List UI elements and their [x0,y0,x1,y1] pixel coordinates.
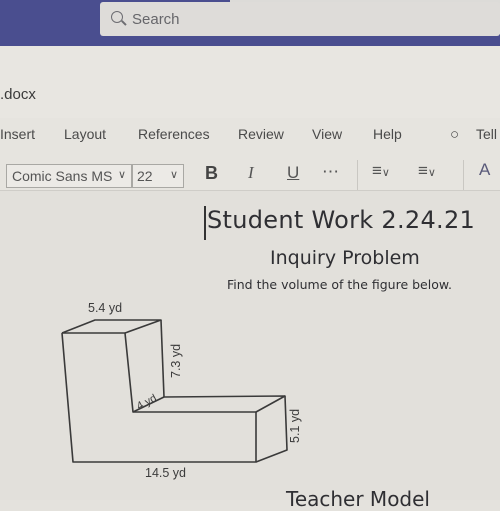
long-side-face [255,395,288,463]
document-subtitle: Inquiry Problem [270,247,420,269]
tell-me-button[interactable]: Tell [476,126,497,142]
label-short-height: 5.1 yd [288,409,302,443]
document-title: Student Work 2.24.21 [207,206,476,234]
font-name-select[interactable]: Comic Sans MS ∨ [6,164,132,188]
bullet-list-icon[interactable]: ≡∨ [372,161,390,181]
align-icon[interactable]: ≡∨ [418,161,436,181]
font-size-select[interactable]: 22 ∨ [132,164,184,188]
search-box[interactable]: Search [100,2,500,36]
label-top-width: 5.4 yd [88,301,122,315]
tab-help[interactable]: Help [373,126,402,142]
italic-button[interactable]: I [248,163,254,183]
tab-view[interactable]: View [312,126,342,142]
search-icon [110,10,128,28]
text-cursor [204,206,206,240]
file-name[interactable]: .docx [0,86,36,103]
search-placeholder: Search [132,10,180,28]
chevron-down-icon: ∨ [169,169,178,181]
more-button[interactable]: ⋯ [322,162,339,182]
tab-layout[interactable]: Layout [64,126,106,142]
l-shaped-prism-figure: 5.4 yd 7.3 yd 4 yd 5.1 yd 14.5 yd [61,301,302,480]
label-bottom-length: 14.5 yd [145,466,186,480]
next-heading: Teacher Model [286,487,430,511]
font-size-value: 22 [137,168,153,184]
label-depth: 4 yd [135,392,159,412]
underline-button[interactable]: U [287,163,299,183]
tab-insert[interactable]: Insert [0,126,35,142]
chevron-down-icon: ∨ [117,169,126,181]
bold-button[interactable]: B [205,163,218,184]
toolbar-divider [357,160,358,190]
front-face [61,332,257,463]
styles-icon[interactable]: A [479,160,490,180]
tall-top-face [61,319,162,334]
toolbar-divider [463,160,464,190]
tab-references[interactable]: References [138,126,210,142]
font-name-value: Comic Sans MS [12,168,113,184]
lightbulb-icon: ○ [450,126,460,143]
tall-side-edge [160,319,165,398]
file-bar [0,46,500,118]
label-tall-height: 7.3 yd [169,344,183,378]
long-top-face [163,395,286,413]
tab-review[interactable]: Review [238,126,284,142]
